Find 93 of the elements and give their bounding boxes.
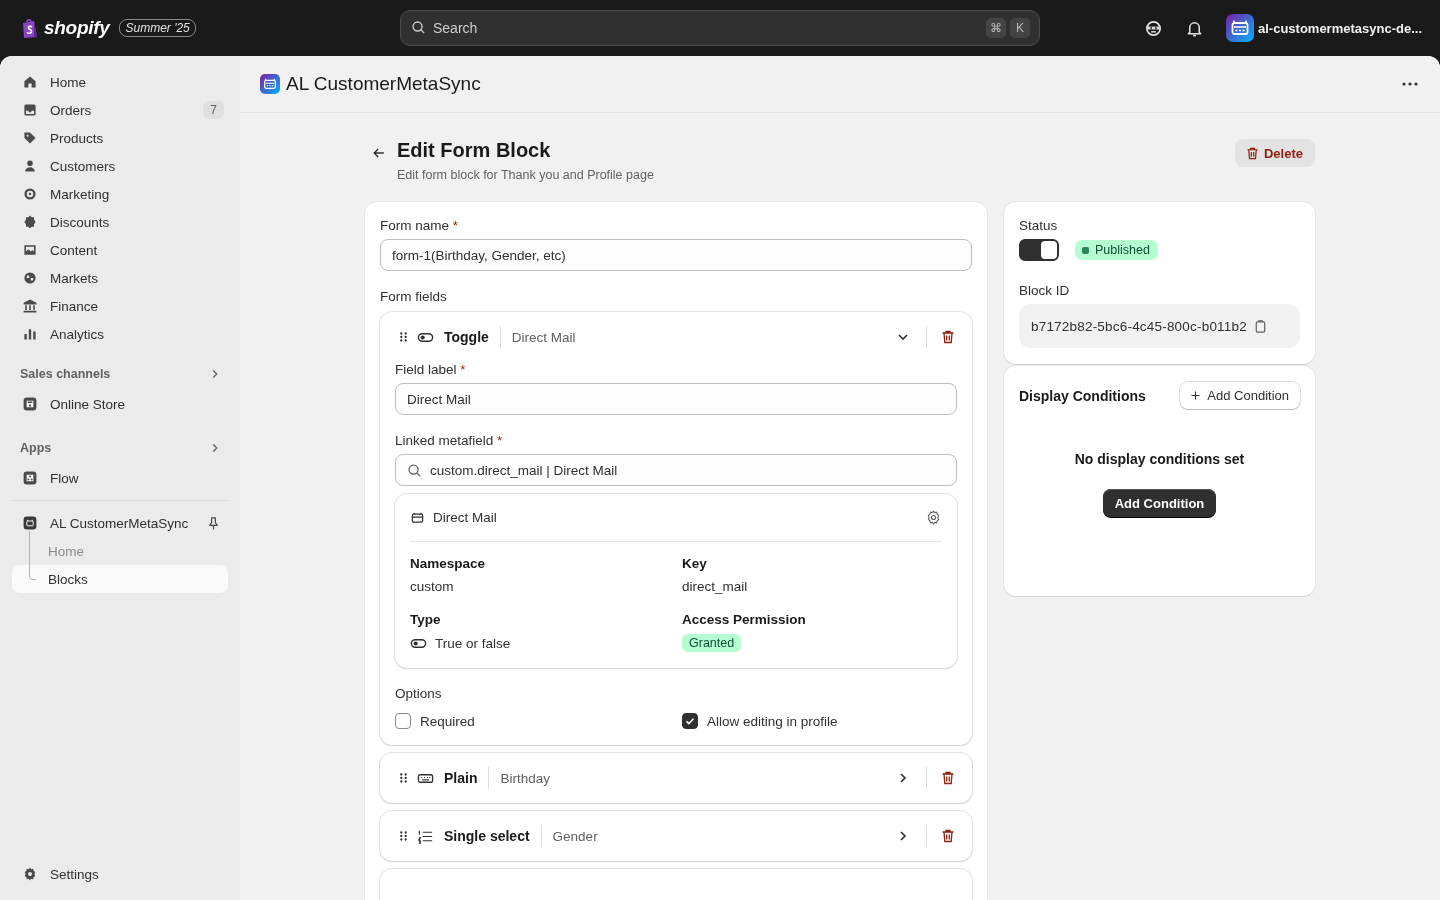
metafield-title: Direct Mail — [433, 510, 497, 525]
app-logo-icon — [1226, 14, 1254, 42]
field-label-input[interactable]: Direct Mail — [395, 383, 957, 415]
nav-icon — [22, 102, 38, 118]
nav-item[interactable]: Finance — [12, 292, 228, 320]
nav-icon — [22, 214, 38, 230]
checkbox-label: Required — [420, 713, 475, 729]
search-icon — [407, 462, 422, 478]
trash-icon[interactable] — [940, 329, 956, 345]
app-icon — [410, 510, 425, 525]
page-title: Edit Form Block — [397, 139, 552, 162]
property-value: True or false — [435, 636, 511, 651]
trash-icon — [1244, 145, 1260, 161]
granted-badge: Granted — [682, 634, 742, 652]
card-title: Display Conditions — [1019, 387, 1146, 404]
checkbox[interactable] — [682, 713, 698, 729]
nav-item[interactable]: Marketing — [12, 180, 228, 208]
field-type: Toggle — [444, 329, 489, 345]
shortcut-key: K — [1010, 18, 1030, 38]
settings-nav-item[interactable]: Settings — [50, 866, 99, 882]
app-nav-item[interactable]: AL CustomerMetaSync — [50, 515, 189, 531]
add-condition-button[interactable]: Add Condition — [1102, 489, 1217, 517]
add-condition-button[interactable]: Add Condition — [1180, 382, 1300, 409]
property-label: Type — [410, 612, 442, 627]
pin-icon[interactable] — [206, 515, 221, 531]
app-logo-icon — [260, 74, 280, 94]
field-label: Form name * — [380, 218, 460, 233]
property-label: Key — [682, 556, 708, 571]
checkbox[interactable] — [395, 713, 411, 729]
nav-icon — [22, 270, 38, 286]
field-name: Gender — [552, 828, 598, 844]
nav-icon — [22, 74, 38, 90]
drag-handle-icon[interactable] — [398, 330, 409, 344]
nav-item[interactable]: Products — [12, 124, 228, 152]
property-value: direct_mail — [682, 579, 749, 594]
sub-nav-item[interactable]: Blocks — [12, 565, 228, 593]
nav-icon — [22, 470, 38, 486]
field-type: Plain — [444, 770, 478, 786]
section-label: Form fields — [380, 289, 448, 304]
field-name: Direct Mail — [511, 329, 576, 345]
trash-icon[interactable] — [940, 828, 956, 844]
status-badge: Published — [1075, 240, 1158, 260]
nav-item[interactable]: Home — [12, 68, 228, 96]
nav-icon — [22, 326, 38, 342]
form-name-input[interactable]: form-1(Birthday, Gender, etc) — [380, 239, 972, 271]
field-label: Field label * — [395, 362, 467, 377]
status-toggle[interactable] — [1019, 239, 1059, 261]
metafield-search-field[interactable]: custom.direct_mail | Direct Mail — [395, 454, 957, 486]
section-heading[interactable]: Sales channels — [20, 367, 111, 381]
nav-icon — [22, 130, 38, 146]
shopify-logo[interactable]: shopify — [44, 17, 110, 39]
section-label: Options — [395, 686, 443, 701]
app-title: AL CustomerMetaSync — [286, 73, 481, 95]
edition-badge: Summer '25 — [119, 19, 196, 37]
field-label: Block ID — [1019, 283, 1071, 298]
nav-icon — [22, 242, 38, 258]
trash-icon[interactable] — [940, 770, 956, 786]
shopify-bag-icon — [20, 17, 40, 39]
checkbox-label: Allow editing in profile — [707, 713, 838, 729]
nav-item[interactable]: Flow — [12, 464, 228, 492]
shortcut-key: ⌘ — [986, 18, 1006, 38]
page-subtitle: Edit form block for Thank you and Profile page — [397, 168, 654, 182]
nav-icon — [22, 298, 38, 314]
search-icon — [411, 20, 426, 35]
nav-item[interactable]: Markets — [12, 264, 228, 292]
property-label: Access Permission — [682, 612, 807, 627]
nav-icon — [22, 396, 38, 412]
property-value: custom — [410, 579, 455, 594]
settings-icon — [22, 866, 38, 882]
nav-item[interactable]: Orders 7 — [12, 96, 228, 124]
field-type: Single select — [444, 828, 530, 844]
nav-icon — [22, 186, 38, 202]
nav-item[interactable]: Discounts — [12, 208, 228, 236]
nav-item[interactable]: Analytics — [12, 320, 228, 348]
block-id-field[interactable]: b7172b82-5bc6-4c45-800c-b011b2 — [1019, 304, 1300, 348]
app-icon — [22, 515, 38, 531]
field-name: Birthday — [500, 770, 550, 786]
drag-handle-icon[interactable] — [398, 829, 409, 843]
plus-icon — [1189, 389, 1203, 402]
nav-item[interactable]: Content — [12, 236, 228, 264]
settings-icon[interactable] — [925, 509, 942, 526]
field-label: Status — [1019, 218, 1059, 233]
nav-item[interactable]: Customers — [12, 152, 228, 180]
nav-item[interactable]: Online Store — [12, 390, 228, 418]
field-label: Linked metafield * — [395, 433, 504, 448]
empty-state-text: No display conditions set — [1074, 451, 1245, 467]
delete-button[interactable]: Delete — [1234, 139, 1315, 167]
property-label: Namespace — [410, 556, 487, 571]
count-badge: 7 — [203, 101, 224, 119]
section-heading[interactable]: Apps — [20, 441, 52, 455]
drag-handle-icon[interactable] — [398, 771, 409, 785]
nav-icon — [22, 158, 38, 174]
store-menu[interactable]: al-customermetasync-de... — [1226, 14, 1422, 42]
